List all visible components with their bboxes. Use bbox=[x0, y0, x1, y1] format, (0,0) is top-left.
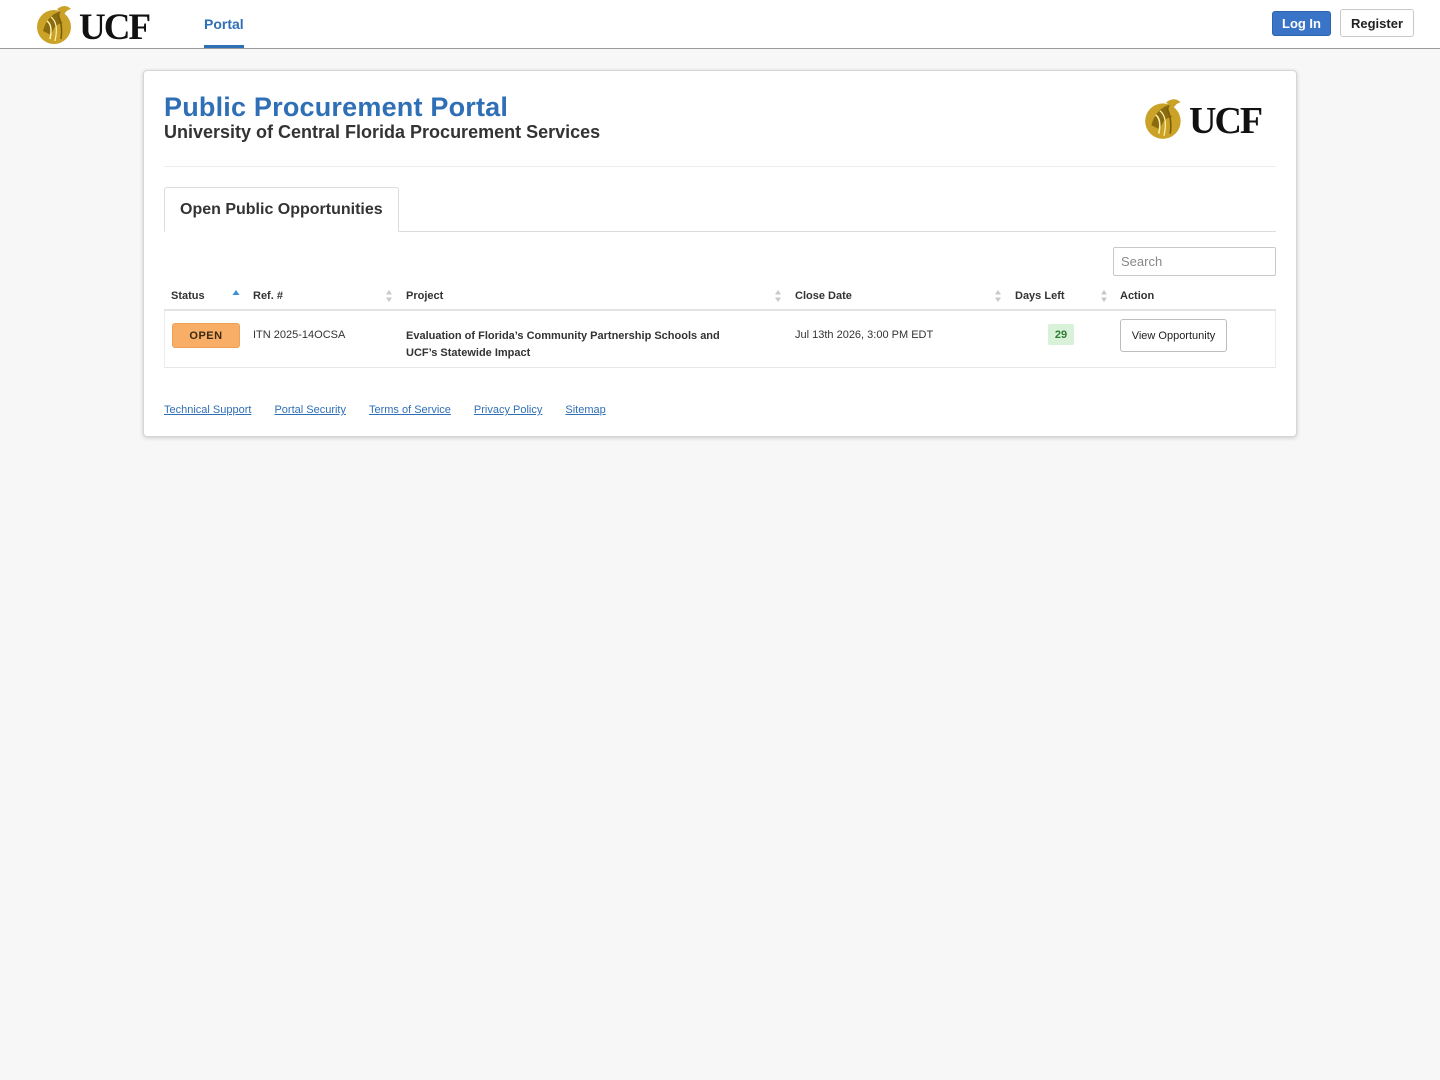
footer-link-portal-security[interactable]: Portal Security bbox=[274, 404, 346, 416]
footer-link-technical-support[interactable]: Technical Support bbox=[164, 404, 251, 416]
footer-links: Technical Support Portal Security Terms … bbox=[164, 404, 629, 416]
pegasus-logo-icon bbox=[37, 6, 71, 44]
column-header-status[interactable]: Status bbox=[171, 281, 205, 311]
page-title: Public Procurement Portal bbox=[164, 92, 509, 122]
page-subtitle: University of Central Florida Procuremen… bbox=[164, 122, 601, 142]
table-header: Status Ref. # Project Close Date Days Le… bbox=[164, 281, 1276, 311]
days-left-badge: 29 bbox=[1048, 324, 1074, 345]
sort-icon[interactable] bbox=[1100, 288, 1108, 304]
project-name-line-1: Evaluation of Florida’s Community Partne… bbox=[406, 330, 720, 342]
logo-text: UCF bbox=[79, 6, 151, 48]
tab-open-public-opportunities[interactable]: Open Public Opportunities bbox=[164, 187, 399, 232]
footer-link-terms-of-service[interactable]: Terms of Service bbox=[369, 404, 451, 416]
status-badge: OPEN bbox=[172, 323, 240, 348]
project-name: Evaluation of Florida’s Community Partne… bbox=[406, 328, 720, 362]
sort-asc-icon[interactable] bbox=[232, 288, 240, 304]
card-logo-text: UCF bbox=[1189, 100, 1263, 142]
close-date: Jul 13th 2026, 3:00 PM EDT bbox=[795, 329, 934, 341]
sort-icon[interactable] bbox=[994, 288, 1002, 304]
column-header-close-date[interactable]: Close Date bbox=[795, 281, 852, 311]
ref-number: ITN 2025-14OCSA bbox=[253, 329, 346, 341]
portal-card: Public Procurement Portal University of … bbox=[143, 70, 1297, 437]
footer-link-sitemap[interactable]: Sitemap bbox=[565, 404, 605, 416]
project-name-line-2: UCF’s Statewide Impact bbox=[406, 347, 531, 359]
ucf-logo[interactable]: UCF bbox=[33, 1, 163, 48]
top-navbar: UCF Portal Log In Register bbox=[0, 0, 1440, 49]
footer-link-privacy-policy[interactable]: Privacy Policy bbox=[474, 404, 542, 416]
pegasus-logo-icon bbox=[1145, 99, 1181, 139]
search-input[interactable] bbox=[1113, 247, 1276, 276]
opportunities-table: Status Ref. # Project Close Date Days Le… bbox=[164, 281, 1276, 368]
column-header-ref[interactable]: Ref. # bbox=[253, 281, 283, 311]
table-row: OPEN ITN 2025-14OCSA Evaluation of Flori… bbox=[164, 311, 1276, 368]
sort-icon[interactable] bbox=[385, 288, 393, 304]
card-ucf-logo: UCF bbox=[1141, 93, 1276, 143]
sort-icon[interactable] bbox=[774, 288, 782, 304]
register-button[interactable]: Register bbox=[1340, 9, 1414, 37]
nav-portal-tab[interactable]: Portal bbox=[204, 0, 244, 48]
header-divider bbox=[164, 166, 1276, 167]
column-header-action: Action bbox=[1120, 290, 1155, 302]
column-header-days-left[interactable]: Days Left bbox=[1015, 281, 1065, 311]
view-opportunity-button[interactable]: View Opportunity bbox=[1120, 319, 1227, 352]
column-header-project[interactable]: Project bbox=[406, 281, 443, 311]
login-button[interactable]: Log In bbox=[1272, 11, 1331, 36]
